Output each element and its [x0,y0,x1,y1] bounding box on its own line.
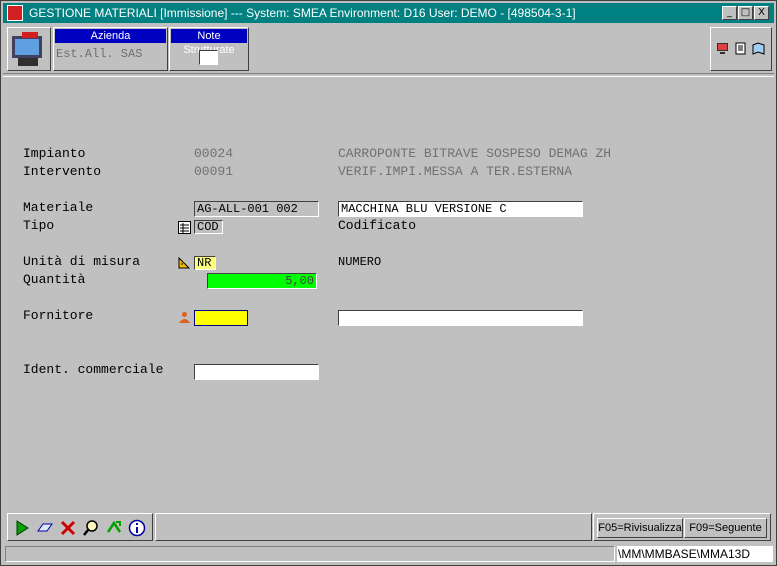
refresh-icon[interactable] [104,518,124,538]
note-checkbox[interactable] [199,50,218,65]
maximize-button[interactable]: □ [738,6,753,20]
ident-field[interactable] [194,364,319,380]
title-bar: GESTIONE MATERIALI [Immissione] --- Syst… [3,3,774,23]
status-message [5,546,615,562]
quantita-label: Quantità [23,272,86,287]
intervento-description: VERIF.IMPI.MESSA A TER.ESTERNA [338,164,573,179]
computer-logo-icon [7,27,51,71]
status-bar: \MM\MMBASE\MMA13D [3,545,774,563]
note-box: Note Strutturate [169,27,249,71]
header-separator [3,73,774,77]
tipo-description: Codificato [338,218,417,233]
f09-button[interactable]: F09=Seguente [684,518,767,538]
azienda-box: Azienda Est.All. SAS [53,27,168,71]
materiale-description-field[interactable]: MACCHINA BLU VERSIONE C [338,201,583,217]
monitor-icon[interactable] [716,42,729,55]
right-tools [710,27,772,71]
unita-label: Unità di misura [23,254,141,269]
document-icon[interactable] [734,42,747,55]
intervento-label: Intervento [23,164,102,179]
info-icon[interactable] [127,518,147,538]
quantita-field[interactable]: 5,00 [207,273,317,289]
app-icon [7,5,23,21]
book-icon[interactable] [752,42,765,55]
play-icon[interactable] [12,518,32,538]
action-buttons [7,513,153,541]
impianto-code: 00024 [194,146,234,161]
close-button[interactable]: X [754,6,769,20]
function-keys: F05=Rivisualizza F09=Seguente [593,513,771,541]
materiale-label: Materiale [23,200,94,215]
unita-code-field[interactable]: NR [194,256,216,270]
impianto-description: CARROPONTE BITRAVE SOSPESO DEMAG ZH [338,146,612,161]
unita-description: NUMERO [338,255,382,269]
tipo-label: Tipo [23,218,55,233]
f05-button[interactable]: F05=Rivisualizza [597,518,683,538]
window-title: GESTIONE MATERIALI [Immissione] --- Syst… [29,6,576,20]
header-toolbar: Azienda Est.All. SAS Note Strutturate [3,25,774,73]
materiale-code-field[interactable]: AG-ALL-001 002 [194,201,319,217]
azienda-label: Azienda [55,29,166,43]
bottom-panel: F05=Rivisualizza F09=Seguente [3,509,774,545]
main-window: GESTIONE MATERIALI [Immissione] --- Syst… [0,0,777,566]
search-icon[interactable] [81,518,101,538]
message-panel [155,513,592,541]
list-icon[interactable] [178,221,191,234]
minimize-button[interactable]: _ [722,6,737,20]
tipo-code-field[interactable]: COD [194,220,223,234]
azienda-value: Est.All. SAS [56,47,143,61]
fornitore-label: Fornitore [23,308,94,323]
delete-icon[interactable] [58,518,78,538]
fornitore-description-field[interactable] [338,310,583,326]
impianto-label: Impianto [23,146,86,161]
ruler-icon[interactable] [178,256,191,269]
status-path: \MM\MMBASE\MMA13D [617,546,773,562]
ident-label: Ident. commerciale [23,362,164,377]
person-icon[interactable] [178,311,191,324]
eraser-icon[interactable] [35,518,55,538]
intervento-code: 00091 [194,164,234,179]
fornitore-code-field[interactable] [194,310,248,326]
note-label: Note Strutturate [171,29,247,56]
